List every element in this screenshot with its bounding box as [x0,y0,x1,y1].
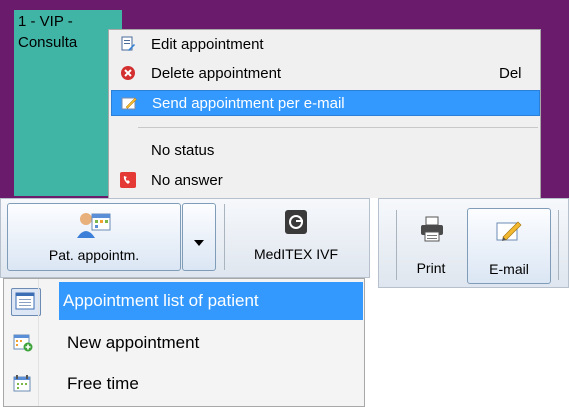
edit-appointment-icon [120,36,136,52]
pat-appointm-label: Pat. appointm. [48,247,140,263]
delete-icon [120,65,136,81]
appointment-title: 1 - VIP - [18,13,73,30]
menu-item-label: No status [151,142,215,159]
menu-item-label: Free time [67,374,139,393]
email-button[interactable]: E-mail [467,208,551,284]
pat-appointm-button[interactable]: Pat. appointm. [7,203,181,271]
menu-item-send-appointment-email[interactable]: Send appointment per e-mail [111,90,540,116]
phone-icon [120,172,136,188]
pat-appointm-dropdown-button[interactable] [182,203,216,271]
menu-separator [138,127,538,128]
toolbar-divider [558,210,559,280]
menu-item-label: No answer [151,172,223,189]
menu-item-label: Delete appointment [151,65,282,82]
toolbar-divider [224,204,225,270]
printer-icon [420,216,444,242]
menu-item-no-status[interactable]: No status [111,138,538,162]
menu-item-shortcut: Del [499,65,522,82]
calendar-add-icon [13,334,33,352]
menu-item-label: Appointment list of patient [63,291,259,310]
chevron-down-icon [194,233,204,250]
list-icon [11,288,41,316]
meditex-ivf-label: MedITEX IVF [253,246,339,262]
email-pen-icon [121,95,137,111]
menu-item-new-appointment[interactable]: New appointment [7,324,363,362]
pat-appointm-dropdown-menu: Appointment list of patient New appointm… [3,278,365,407]
menu-item-label: New appointment [67,333,200,352]
patient-appointment-icon [76,210,112,242]
meditex-ivf-button[interactable]: MedITEX IVF [228,203,364,271]
email-label: E-mail [489,261,529,277]
menu-item-no-answer[interactable]: No answer [111,168,538,192]
menu-item-edit-appointment[interactable]: Edit appointment [111,32,538,56]
menu-item-label: Send appointment per e-mail [152,95,345,112]
email-pen-icon [496,217,522,243]
menu-item-appointment-list-of-patient[interactable]: Appointment list of patient [7,282,363,320]
menu-item-delete-appointment[interactable]: Delete appointment Del [111,61,538,85]
menu-item-label: Edit appointment [151,36,264,53]
appointment-subtitle: Consulta [18,34,78,51]
appointment-context-menu: Edit appointment Delete appointment Del … [108,29,541,198]
print-button[interactable]: Print [402,208,460,284]
calendar-clock-icon [13,375,33,393]
menu-icon-gutter-divider [38,279,39,406]
toolbar-divider [396,210,397,280]
print-label: Print [416,260,446,276]
menu-item-free-time[interactable]: Free time [7,365,363,403]
meditex-logo-icon [284,209,308,235]
